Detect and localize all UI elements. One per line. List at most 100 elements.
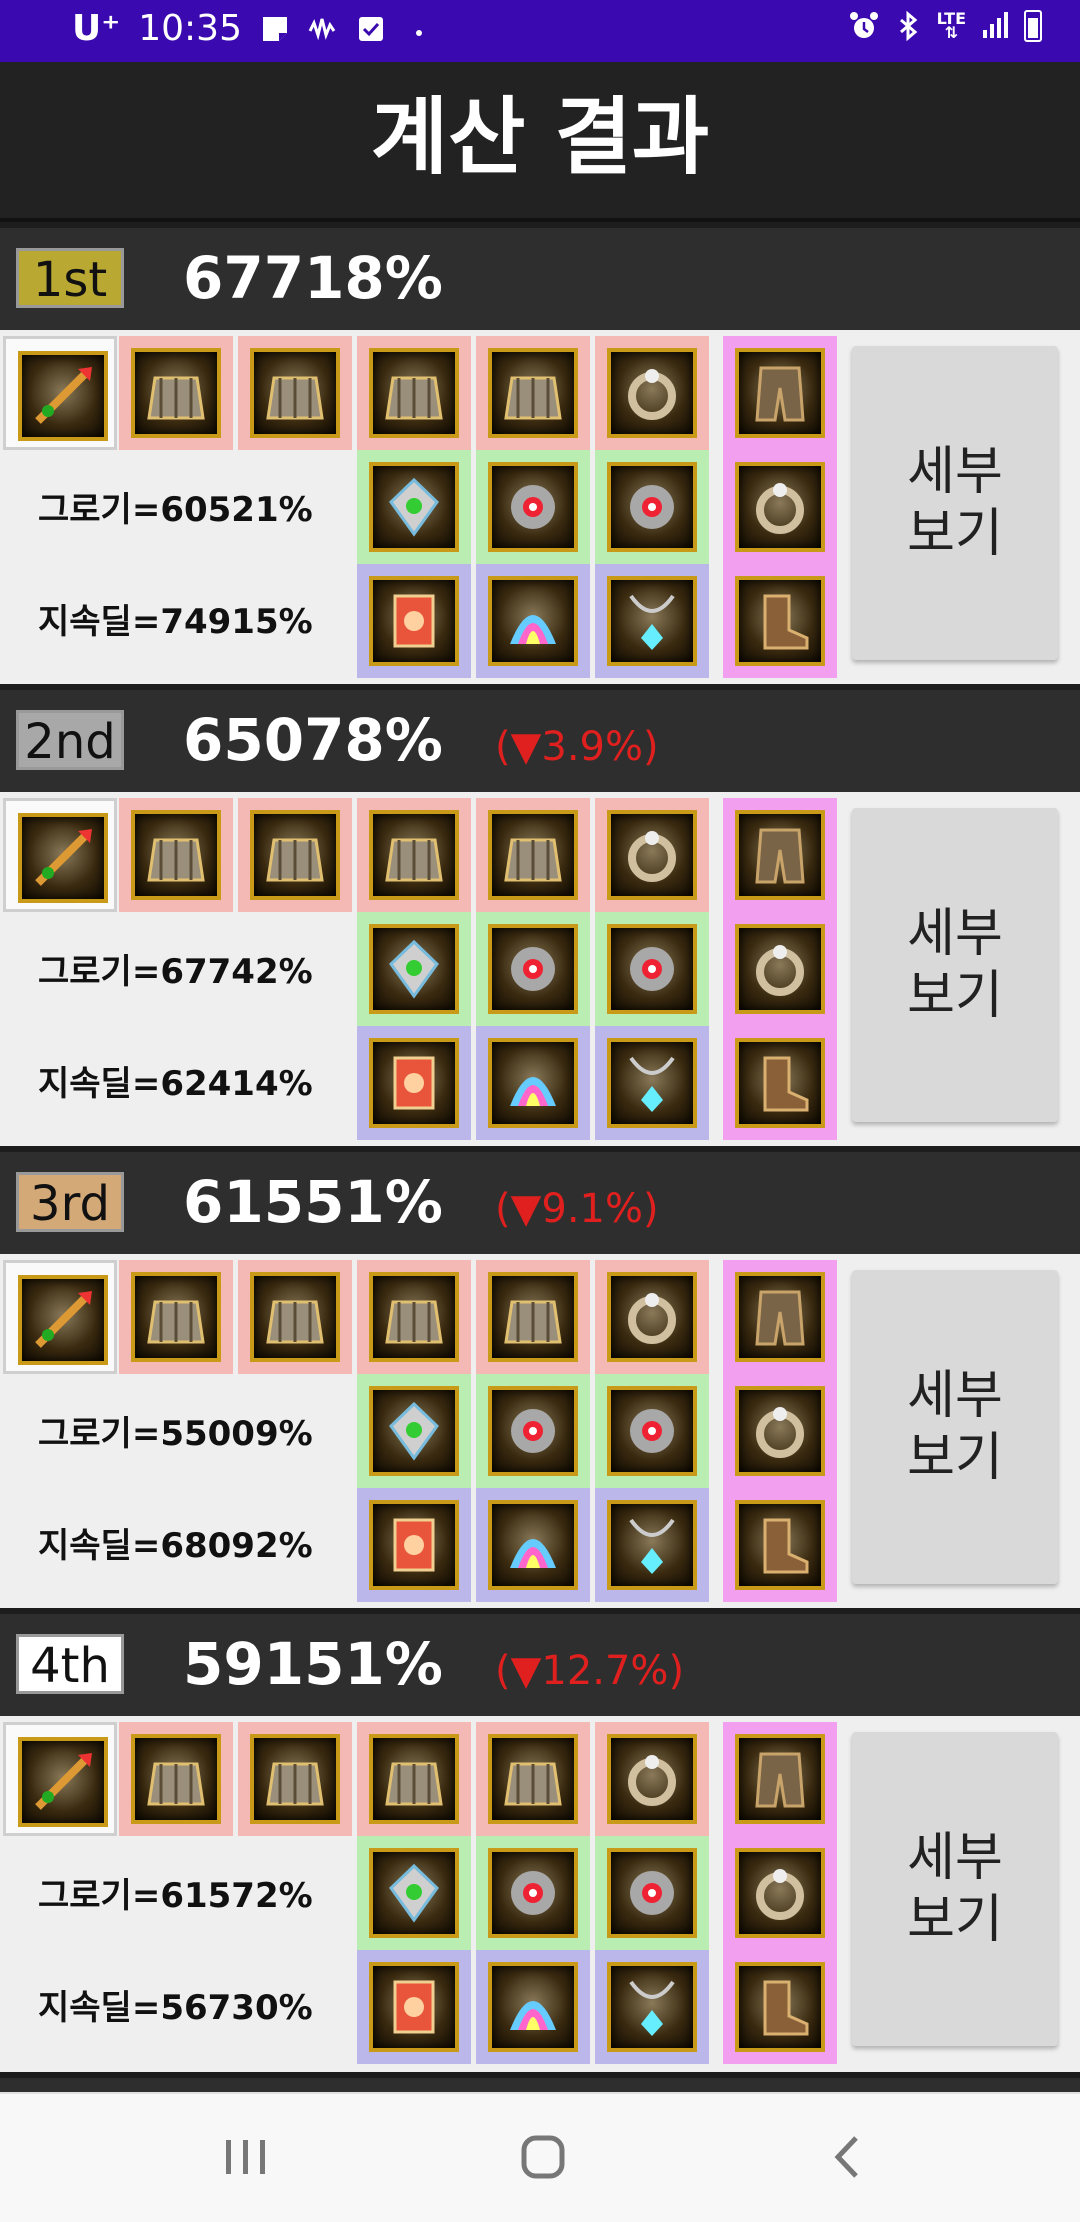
equip-slot-special-2[interactable] xyxy=(723,450,837,564)
necklace-item-icon xyxy=(488,462,578,552)
equip-slot-top[interactable] xyxy=(238,1260,352,1374)
bottom-item-icon xyxy=(369,810,459,900)
special-1-item-icon xyxy=(735,1272,825,1362)
equip-slot-subequip[interactable] xyxy=(357,1488,471,1602)
rank-header: 2nd 65078% (▼3.9%) xyxy=(0,684,1080,792)
equip-slot-magic-stone[interactable] xyxy=(476,1488,590,1602)
shoes-item-icon xyxy=(607,348,697,438)
equip-slot-shoes[interactable] xyxy=(595,336,709,450)
equip-slot-bracelet[interactable] xyxy=(357,1374,471,1488)
equip-slot-ring[interactable] xyxy=(595,1836,709,1950)
equip-slot-weapon[interactable] xyxy=(3,798,117,912)
subequip-item-icon xyxy=(369,1038,459,1128)
equip-slot-top[interactable] xyxy=(238,798,352,912)
equip-slot-top[interactable] xyxy=(238,336,352,450)
equip-slot-magic-stone[interactable] xyxy=(476,1950,590,2064)
equip-slot-special-3[interactable] xyxy=(723,1026,837,1140)
equip-slot-belt[interactable] xyxy=(476,798,590,912)
equipment-area: 그로기=55009% 지속딜=68092% 세부 보기 xyxy=(0,1254,1080,1608)
equip-slot-shoes[interactable] xyxy=(595,1722,709,1836)
equip-slot-special-2[interactable] xyxy=(723,912,837,1026)
equip-slot-belt[interactable] xyxy=(476,1722,590,1836)
equip-slot-shoes[interactable] xyxy=(595,798,709,912)
equip-slot-ring[interactable] xyxy=(595,1374,709,1488)
equip-slot-necklace[interactable] xyxy=(476,912,590,1026)
top-item-icon xyxy=(250,1272,340,1362)
special-2-item-icon xyxy=(735,1848,825,1938)
status-bar: U⁺ 10:35 LTE ⇅ xyxy=(0,0,1080,62)
alarm-icon xyxy=(849,10,879,42)
equip-slot-weapon[interactable] xyxy=(3,336,117,450)
equip-slot-bottom[interactable] xyxy=(357,1260,471,1374)
rank-badge: 3rd xyxy=(16,1172,124,1232)
equip-slot-ring[interactable] xyxy=(595,912,709,1026)
magic-stone-item-icon xyxy=(488,576,578,666)
special-1-item-icon xyxy=(735,810,825,900)
equip-slot-shoulder[interactable] xyxy=(119,798,233,912)
recent-apps-icon[interactable] xyxy=(216,2132,276,2182)
equip-slot-weapon[interactable] xyxy=(3,1722,117,1836)
result-card: 4th 59151% (▼12.7%) 그로기=61572% 지속딜=56730… xyxy=(0,1608,1080,2070)
special-3-item-icon xyxy=(735,1962,825,2052)
equip-slot-subequip[interactable] xyxy=(357,1026,471,1140)
necklace-item-icon xyxy=(488,1848,578,1938)
equip-slot-bracelet[interactable] xyxy=(357,1836,471,1950)
equip-slot-magic-stone[interactable] xyxy=(476,564,590,678)
total-percent: 65078% xyxy=(183,706,443,774)
equip-slot-weapon[interactable] xyxy=(3,1260,117,1374)
equip-slot-special-1[interactable] xyxy=(723,798,837,912)
equip-slot-earring[interactable] xyxy=(595,1950,709,2064)
equip-slot-belt[interactable] xyxy=(476,1260,590,1374)
equip-slot-subequip[interactable] xyxy=(357,1950,471,2064)
equip-slot-bottom[interactable] xyxy=(357,336,471,450)
shoulder-item-icon xyxy=(131,1734,221,1824)
equip-slot-top[interactable] xyxy=(238,1722,352,1836)
magic-stone-item-icon xyxy=(488,1038,578,1128)
total-percent: 61551% xyxy=(183,1168,443,1236)
equip-slot-necklace[interactable] xyxy=(476,1374,590,1488)
equip-slot-earring[interactable] xyxy=(595,564,709,678)
equip-slot-bracelet[interactable] xyxy=(357,450,471,564)
special-2-item-icon xyxy=(735,1386,825,1476)
magic-stone-item-icon xyxy=(488,1500,578,1590)
subequip-item-icon xyxy=(369,1500,459,1590)
rank-badge: 4th xyxy=(16,1634,124,1694)
back-icon[interactable] xyxy=(820,2132,880,2182)
equip-slot-necklace[interactable] xyxy=(476,450,590,564)
belt-item-icon xyxy=(488,1734,578,1824)
sustain-stat: 지속딜=56730% xyxy=(38,1988,313,2028)
detail-view-button[interactable]: 세부 보기 xyxy=(852,1270,1058,1584)
rank-badge: 1st xyxy=(16,248,124,308)
equip-slot-shoulder[interactable] xyxy=(119,1260,233,1374)
equip-slot-special-3[interactable] xyxy=(723,564,837,678)
detail-view-button[interactable]: 세부 보기 xyxy=(852,346,1058,660)
page-title: 계산 결과 xyxy=(370,88,710,186)
top-item-icon xyxy=(250,1734,340,1824)
detail-view-button[interactable]: 세부 보기 xyxy=(852,808,1058,1122)
groggy-stat: 그로기=55009% xyxy=(38,1414,313,1454)
equip-slot-belt[interactable] xyxy=(476,336,590,450)
equip-slot-shoes[interactable] xyxy=(595,1260,709,1374)
equip-slot-earring[interactable] xyxy=(595,1488,709,1602)
equip-slot-special-3[interactable] xyxy=(723,1488,837,1602)
equip-slot-special-3[interactable] xyxy=(723,1950,837,2064)
ring-item-icon xyxy=(607,1386,697,1476)
equip-slot-bracelet[interactable] xyxy=(357,912,471,1026)
equip-slot-earring[interactable] xyxy=(595,1026,709,1140)
equip-slot-magic-stone[interactable] xyxy=(476,1026,590,1140)
equip-slot-bottom[interactable] xyxy=(357,1722,471,1836)
equip-slot-shoulder[interactable] xyxy=(119,336,233,450)
equip-slot-subequip[interactable] xyxy=(357,564,471,678)
equip-slot-necklace[interactable] xyxy=(476,1836,590,1950)
equip-slot-special-2[interactable] xyxy=(723,1374,837,1488)
detail-view-button[interactable]: 세부 보기 xyxy=(852,1732,1058,2046)
home-icon[interactable] xyxy=(514,2132,574,2182)
equip-slot-special-1[interactable] xyxy=(723,1722,837,1836)
equip-slot-special-1[interactable] xyxy=(723,336,837,450)
equip-slot-shoulder[interactable] xyxy=(119,1722,233,1836)
percent-diff: (▼12.7%) xyxy=(495,1648,685,1694)
equip-slot-bottom[interactable] xyxy=(357,798,471,912)
equip-slot-special-1[interactable] xyxy=(723,1260,837,1374)
equip-slot-special-2[interactable] xyxy=(723,1836,837,1950)
equip-slot-ring[interactable] xyxy=(595,450,709,564)
